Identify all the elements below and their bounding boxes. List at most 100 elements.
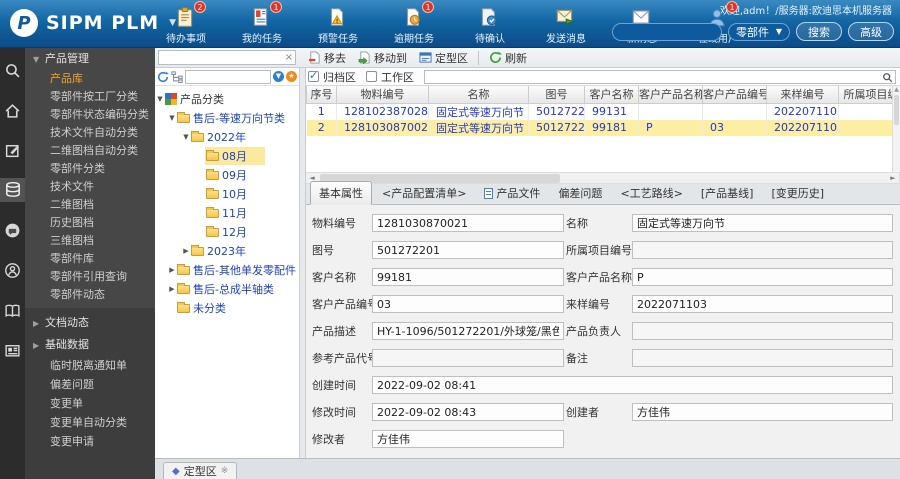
sidebar-item[interactable]: 临时脱离通知单: [25, 356, 155, 375]
tab-basic-properties[interactable]: 基本属性: [310, 181, 372, 205]
tab-process-route[interactable]: <工艺路线>: [612, 182, 690, 204]
tab-deviation-issues[interactable]: 偏差问题: [550, 182, 610, 204]
product-owner-field[interactable]: [632, 322, 893, 340]
tree-node[interactable]: ▼ 售后-等速万向节类: [155, 108, 299, 127]
tree-search-input[interactable]: [185, 69, 271, 84]
sidebar-group-product-header[interactable]: ▼ 产品管理: [25, 48, 155, 70]
column-header[interactable]: 物料编号: [336, 86, 429, 104]
database-module-icon[interactable]: [0, 178, 25, 202]
tab-product-bom[interactable]: <产品配置清单>: [374, 182, 474, 204]
column-header[interactable]: 客户名称: [584, 86, 639, 104]
tree-node[interactable]: ▶ 售后-其他单发零配件: [155, 260, 299, 279]
home-icon[interactable]: [0, 98, 25, 122]
reference-product-code-field[interactable]: [372, 349, 564, 367]
nav-overdue-tasks[interactable]: 1 逾期任务: [388, 1, 440, 45]
remark-field[interactable]: [632, 349, 893, 367]
refresh-button[interactable]: 刷新: [483, 49, 533, 67]
tab-change-history[interactable]: [变更历史]: [763, 182, 832, 204]
sidebar-group-doc-header[interactable]: ▶ 文档动态: [25, 312, 155, 334]
nav-todo[interactable]: 2 待办事项: [160, 1, 212, 45]
customer-name-field[interactable]: [372, 268, 564, 286]
table-row[interactable]: 1 1281023870289 固定式等速万向节 501272201 99131…: [306, 103, 900, 120]
tree-node[interactable]: ▶ 2023年: [155, 241, 299, 260]
create-time-field[interactable]: [372, 376, 893, 394]
tree-refresh-icon[interactable]: [157, 70, 169, 83]
grid-search-input[interactable]: [424, 69, 896, 84]
sidebar-item-product-library[interactable]: 产品库: [25, 70, 155, 88]
nav-send-message[interactable]: 发送消息: [540, 6, 592, 45]
fixed-zone-button[interactable]: 定型区: [413, 49, 474, 67]
sidebar-item[interactable]: 二维图档自动分类: [25, 142, 155, 160]
column-header[interactable]: 客户产品名称: [638, 86, 703, 104]
creator-field[interactable]: [632, 403, 893, 421]
sidebar-item[interactable]: 零部件按工厂分类: [25, 88, 155, 106]
column-header[interactable]: 序号: [306, 86, 337, 104]
archive-checkbox[interactable]: [308, 69, 319, 82]
quick-filter-input[interactable]: ×: [158, 50, 296, 65]
nav-to-confirm[interactable]: 待确认: [464, 6, 516, 45]
column-header[interactable]: 来样编号: [766, 86, 839, 104]
search-module-icon[interactable]: [0, 58, 25, 82]
chat-icon[interactable]: [0, 218, 25, 242]
tree-node[interactable]: 10月: [155, 184, 299, 203]
tree-root[interactable]: ▼ 产品分类: [155, 89, 299, 108]
sidebar-item[interactable]: 零部件动态: [25, 286, 155, 304]
sidebar-item[interactable]: 历史图档: [25, 214, 155, 232]
sidebar-item[interactable]: 二维图档: [25, 196, 155, 214]
sidebar-item[interactable]: 零部件分类: [25, 160, 155, 178]
modifier-field[interactable]: [372, 430, 564, 448]
sidebar-item[interactable]: 变更申请: [25, 432, 155, 451]
sidebar-item[interactable]: 零部件库: [25, 250, 155, 268]
drawing-no-field[interactable]: [372, 241, 564, 259]
sidebar-item[interactable]: 零部件引用查询: [25, 268, 155, 286]
sidebar-item[interactable]: 偏差问题: [25, 375, 155, 394]
tree-search-next-button[interactable]: ▼: [273, 71, 284, 82]
move-to-button[interactable]: 移动到: [352, 49, 413, 67]
sidebar-item[interactable]: 零部件状态编码分类: [25, 106, 155, 124]
tree-node-selected[interactable]: 08月: [155, 146, 299, 165]
sample-no-field[interactable]: [632, 295, 893, 313]
column-header[interactable]: 名称: [428, 86, 529, 104]
tree-structure-icon[interactable]: [171, 70, 183, 83]
product-description-field[interactable]: [372, 322, 564, 340]
edit-icon[interactable]: [0, 138, 25, 162]
support-icon[interactable]: [0, 258, 25, 282]
advanced-search-button[interactable]: 高级: [848, 22, 894, 41]
customer-product-no-field[interactable]: [372, 295, 564, 313]
tree-node[interactable]: 未分类: [155, 298, 299, 317]
tree-node[interactable]: ▶ 售后-总成半轴类: [155, 279, 299, 298]
id-card-icon[interactable]: [0, 338, 25, 362]
triangle-down-icon[interactable]: ▼: [155, 95, 165, 103]
grid-vertical-scrollbar[interactable]: ▲: [892, 86, 900, 172]
search-button[interactable]: 搜索: [796, 22, 842, 41]
tree-node[interactable]: 11月: [155, 203, 299, 222]
tab-product-files[interactable]: 产品文件: [476, 182, 548, 204]
fixed-zone-bottom-tab[interactable]: ◆ 定型区 ※: [163, 462, 238, 479]
tree-locate-button[interactable]: ★: [286, 71, 297, 82]
column-header[interactable]: 客户产品编号: [702, 86, 767, 104]
column-header[interactable]: 图号: [528, 86, 585, 104]
scrollbar-thumb[interactable]: [894, 95, 899, 125]
app-logo[interactable]: P SIPM PLM ▼: [10, 9, 176, 37]
workspace-checkbox[interactable]: [366, 71, 377, 82]
sidebar-item[interactable]: 技术文件: [25, 178, 155, 196]
book-icon[interactable]: [0, 298, 25, 322]
nav-warning-tasks[interactable]: 预警任务: [312, 6, 364, 45]
tree-node[interactable]: 09月: [155, 165, 299, 184]
name-field[interactable]: [632, 214, 893, 232]
sidebar-item[interactable]: 技术文件自动分类: [25, 124, 155, 142]
tree-node[interactable]: ▼ 2022年: [155, 127, 299, 146]
scroll-up-icon[interactable]: ▲: [893, 86, 900, 94]
table-row-selected[interactable]: 2 1281030870021 固定式等速万向节 501272201 99181…: [306, 119, 900, 136]
scroll-right-icon[interactable]: ►: [887, 173, 899, 183]
project-no-field[interactable]: [632, 241, 893, 259]
material-no-field[interactable]: [372, 214, 564, 232]
customer-product-name-field[interactable]: [632, 268, 893, 286]
modify-time-field[interactable]: [372, 403, 564, 421]
global-search-input[interactable]: [612, 22, 722, 41]
sidebar-item[interactable]: 变更单自动分类: [25, 413, 155, 432]
sidebar-item[interactable]: 变更单: [25, 394, 155, 413]
column-header[interactable]: 所属项目编号: [838, 86, 900, 104]
remove-button[interactable]: 移去: [302, 49, 352, 67]
sidebar-group-base-header[interactable]: ▶ 基础数据: [25, 334, 155, 356]
